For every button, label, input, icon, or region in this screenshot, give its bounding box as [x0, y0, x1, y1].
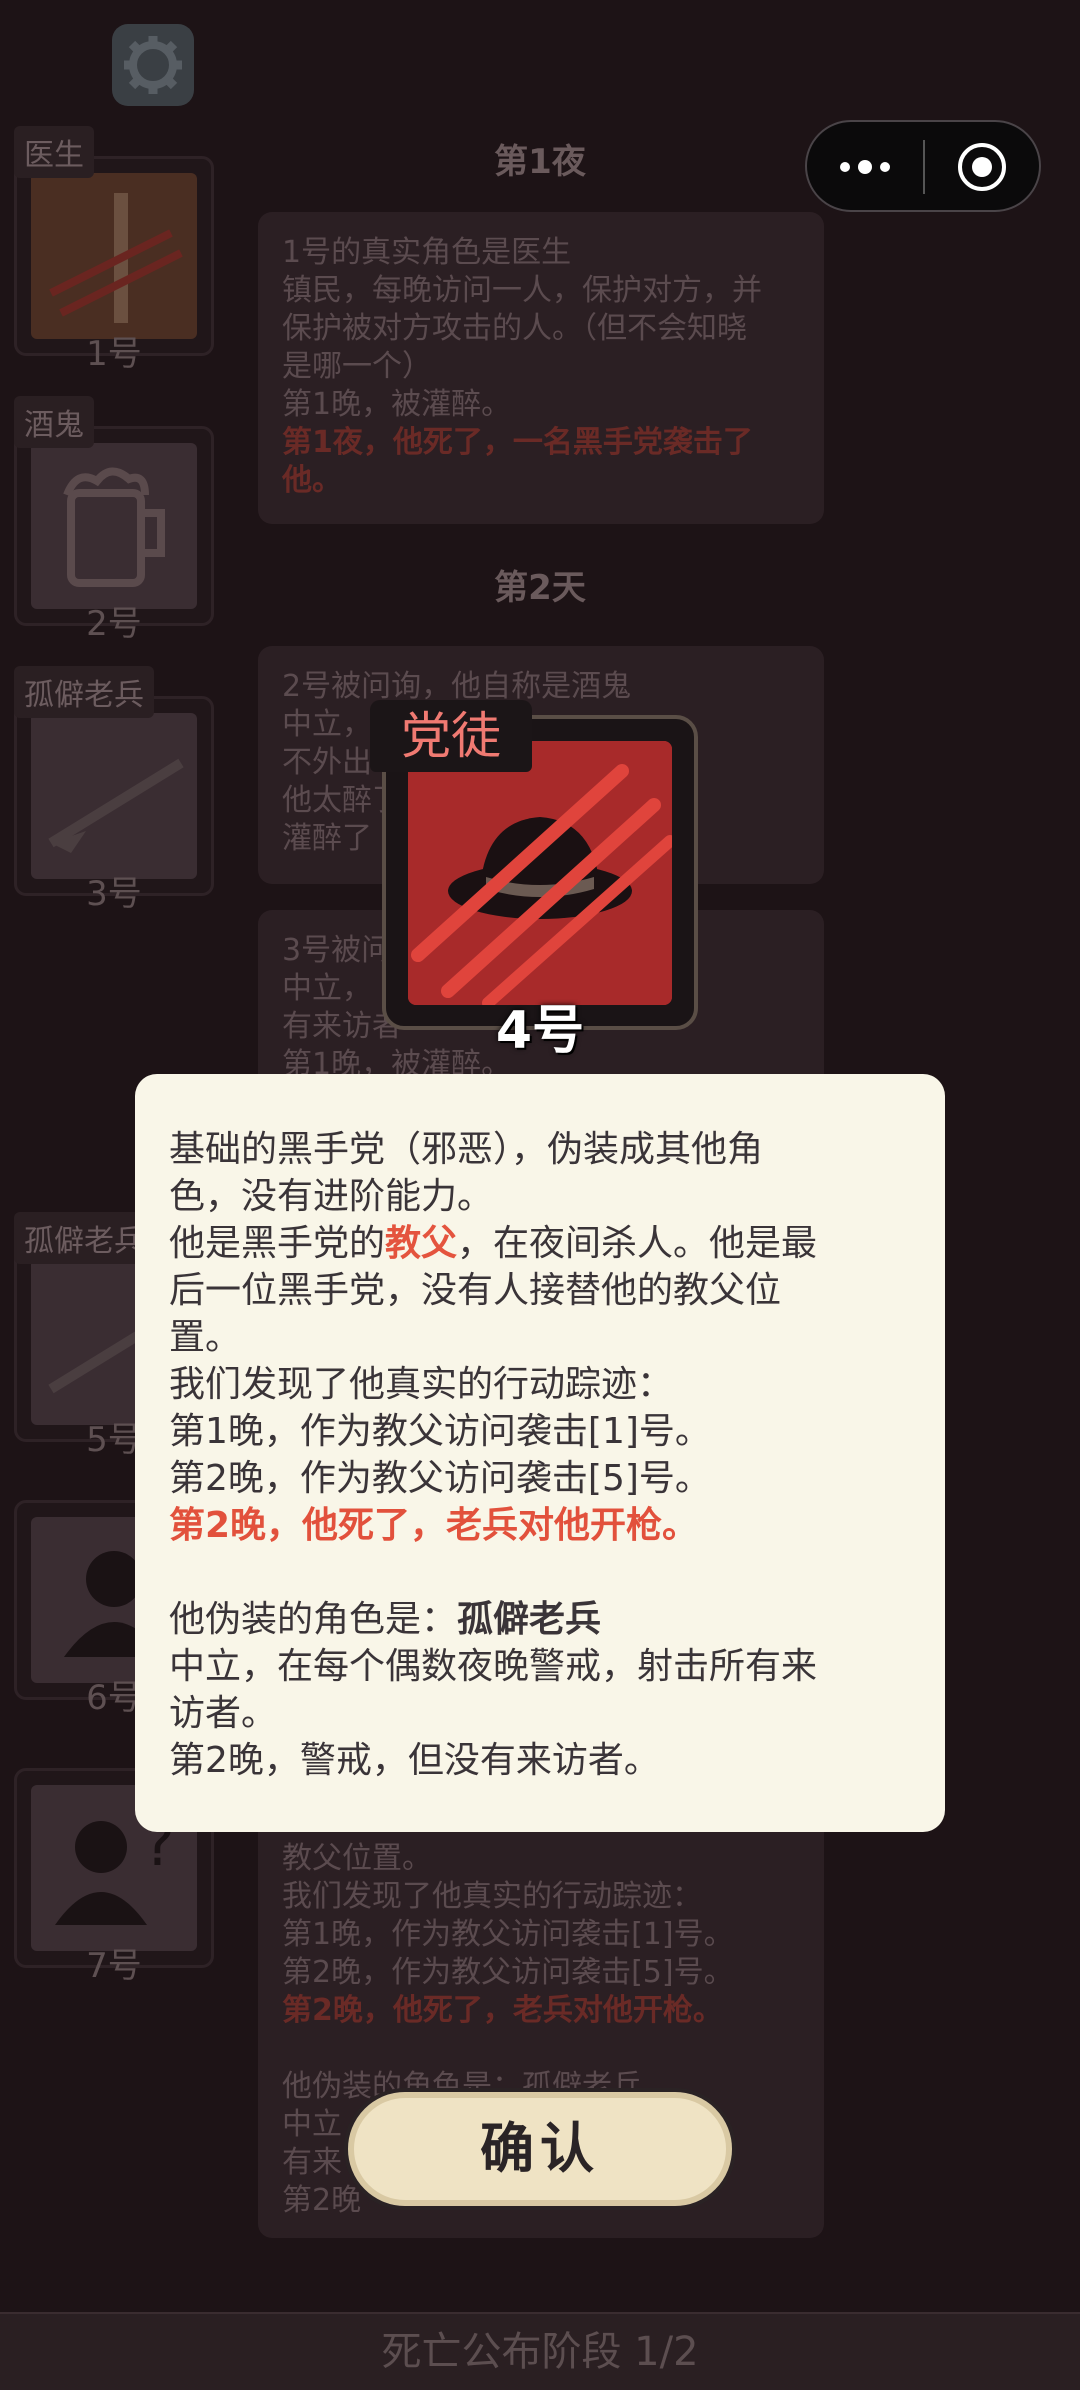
player-role-label: 酒鬼: [14, 396, 94, 448]
desc-line: 置。: [169, 1317, 242, 1358]
confirm-button[interactable]: 确认: [344, 2088, 736, 2210]
desc-line: 他伪装的角色是：孤僻老兵: [169, 1596, 911, 1643]
log-line: 保护被对方攻击的人。（但不会知晓: [282, 311, 747, 346]
desc-text: 他是黑手党的: [169, 1223, 386, 1264]
log-line: 第2晚，作为教父访问袭击[5]号。: [282, 1955, 734, 1990]
day2-title: 第2天: [494, 568, 586, 608]
desc-text: 他伪装的角色是：: [169, 1599, 458, 1640]
log-line: 我们发现了他真实的行动踪迹：: [282, 1879, 702, 1914]
rifle-icon: [31, 713, 197, 879]
player-role-label: 孤僻老兵: [14, 1212, 154, 1264]
player-role-label: 医生: [14, 126, 94, 178]
log-line-death: 他。: [282, 463, 342, 498]
log-line: 镇民，每晚访问一人，保护对方，并: [282, 273, 762, 308]
player-number: 1号: [86, 334, 142, 374]
more-dots-icon[interactable]: [835, 152, 895, 182]
role-tag: 党徒: [370, 700, 532, 772]
log-line: 第1晚，作为教父访问袭击[1]号。: [282, 1917, 734, 1952]
desc-line: 第1晚，作为教父访问袭击[1]号。: [169, 1411, 711, 1452]
player-number: 7号: [86, 1946, 142, 1986]
log-line-death: 第2晚，他死了，老兵对他开枪。: [282, 1993, 723, 2028]
gear-icon[interactable]: [112, 24, 194, 106]
desc-line: 基础的黑手党（邪恶），伪装成其他角: [169, 1129, 764, 1170]
desc-line: 我们发现了他真实的行动踪迹：: [169, 1364, 674, 1405]
desc-line: 后一位黑手党，没有人接替他的教父位: [169, 1270, 782, 1311]
log-line: 教父位置。: [282, 1841, 432, 1876]
desc-text: ，在夜间杀人。他是最: [457, 1223, 818, 1264]
desc-line: 第2晚，警戒，但没有来访者。: [169, 1740, 660, 1781]
player-number-label: 4号: [495, 1001, 585, 1061]
role-info-dialog: 基础的黑手党（邪恶），伪装成其他角 色，没有进阶能力。 他是黑手党的教父，在夜间…: [135, 1074, 945, 1832]
syringe-icon: [31, 173, 197, 339]
target-circle-icon[interactable]: [957, 142, 1007, 192]
mini-program-capsule: [805, 120, 1041, 212]
desc-line: 访者。: [169, 1693, 278, 1734]
death-line: 第2晚，他死了，老兵对他开枪。: [169, 1505, 699, 1546]
highlight-role: 教父: [385, 1223, 458, 1264]
player-number: 3号: [86, 874, 142, 914]
log-entry-1: 1号的真实角色是医生 镇民，每晚访问一人，保护对方，并 保护被对方攻击的人。（但…: [258, 212, 824, 524]
log-line: 2号被问询，他自称是酒鬼: [282, 669, 632, 704]
desc-line: 他是黑手党的教父，在夜间杀人。他是最: [169, 1220, 911, 1267]
capsule-divider: [923, 140, 925, 194]
disguise-role: 孤僻老兵: [457, 1599, 602, 1640]
desc-line: 中立，在每个偶数夜晚警戒，射击所有来: [169, 1646, 818, 1687]
log-line: 1号的真实角色是医生: [282, 235, 572, 270]
phase-status-bar: 死亡公布阶段 1/2: [0, 2312, 1080, 2390]
fedora-hat-claw-icon: [408, 741, 672, 1005]
desc-line: 第2晚，作为教父访问袭击[5]号。: [169, 1458, 711, 1499]
player-role-label: 孤僻老兵: [14, 666, 154, 718]
log-line-death: 第1夜，他死了，一名黑手党袭击了: [282, 425, 753, 460]
log-line: 是哪一个）: [282, 349, 432, 384]
log-line: 第1晚，被灌醉。: [282, 387, 512, 422]
desc-line: 色，没有进阶能力。: [169, 1176, 494, 1217]
